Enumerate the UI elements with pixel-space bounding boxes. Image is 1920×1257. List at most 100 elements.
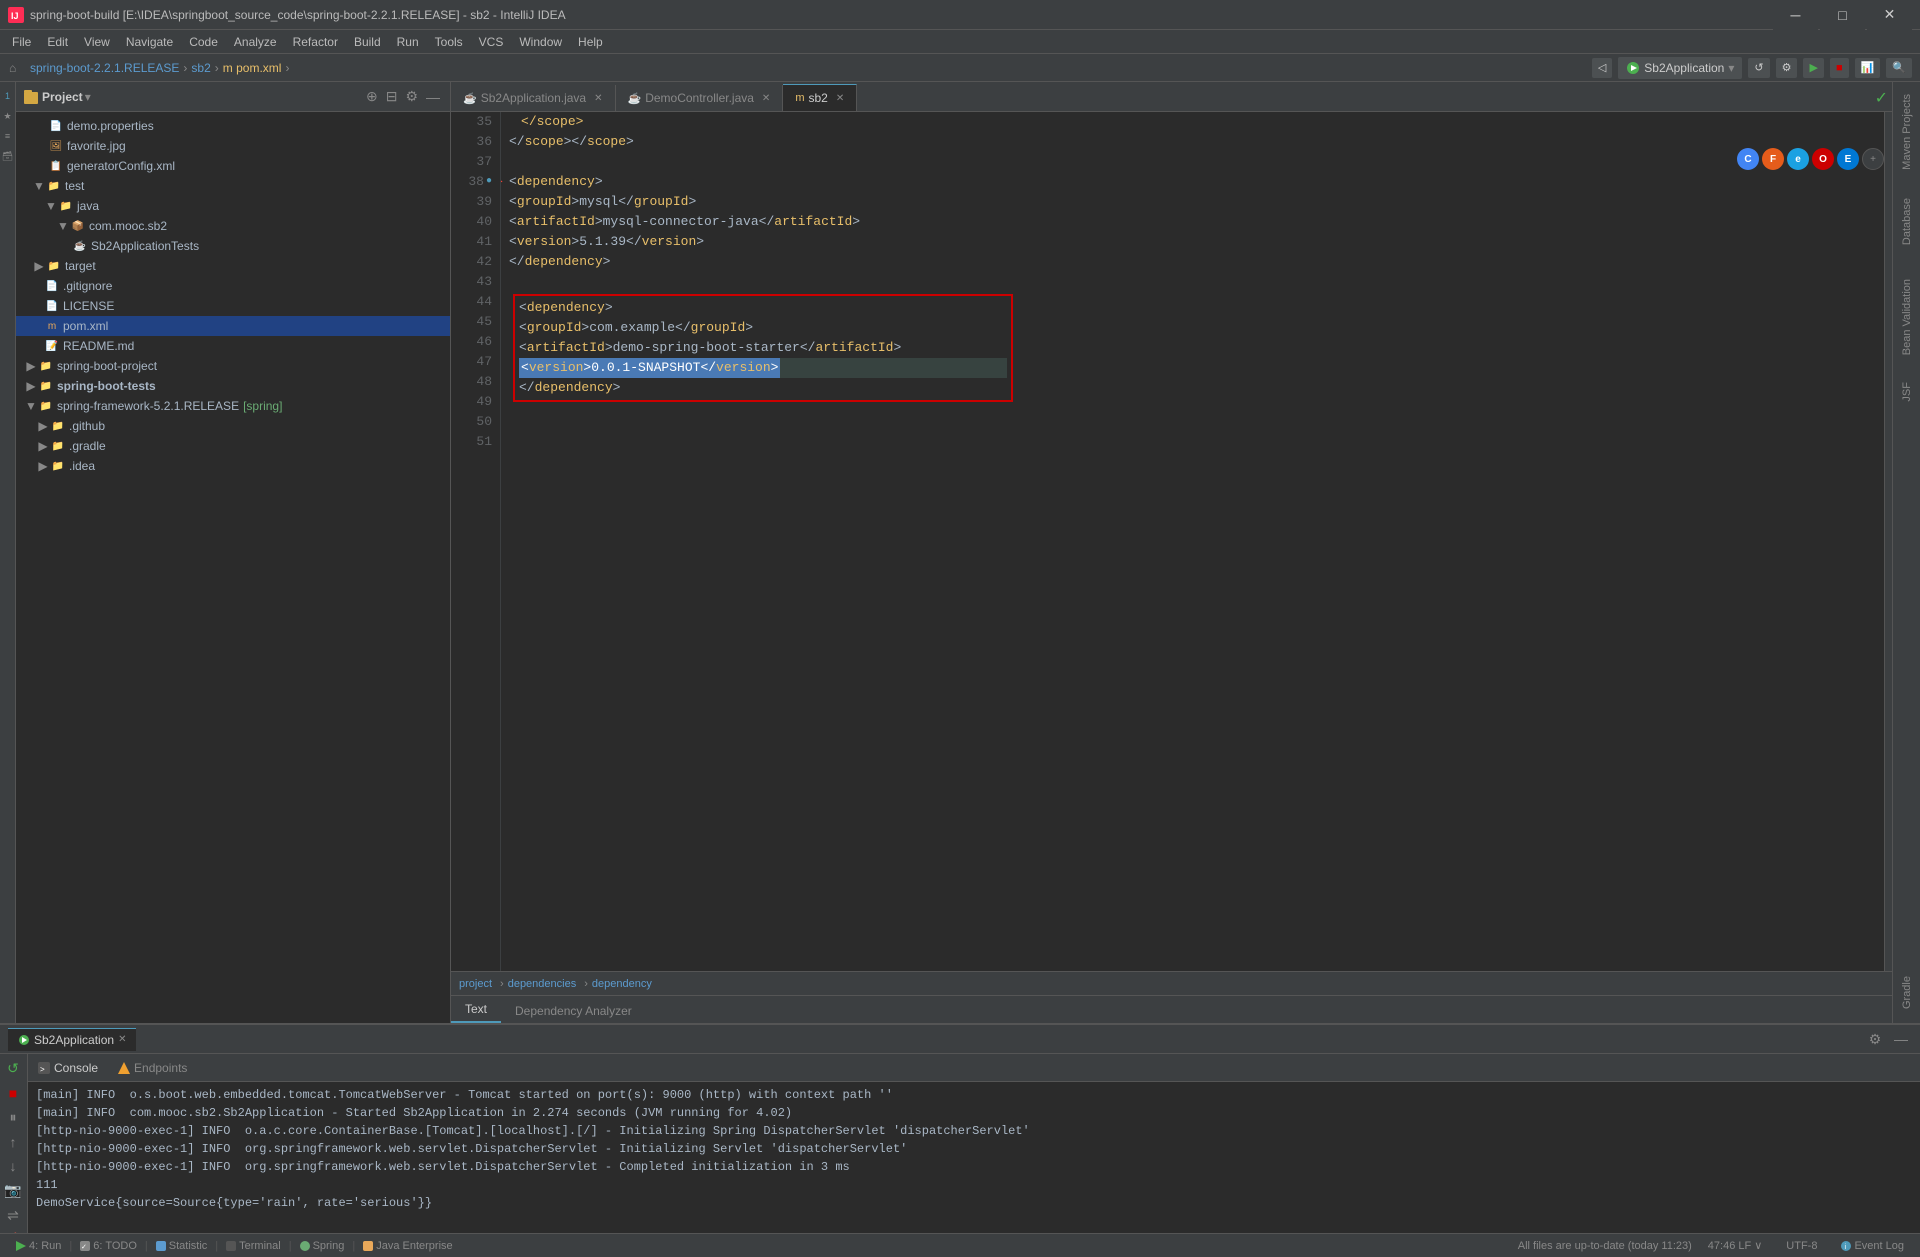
tab-pom-xml[interactable]: m sb2 ✕ [783,84,857,111]
scroll-down-button[interactable]: ↓ [2,1156,24,1176]
tree-item-idea[interactable]: ▶ 📁 .idea [16,456,450,476]
tree-item-pom-xml[interactable]: m pom.xml [16,316,450,336]
more-browsers-icon[interactable]: + [1862,148,1884,170]
tree-item-com-mooc[interactable]: ▼ 📦 com.mooc.sb2 [16,216,450,236]
database-tab[interactable]: Database [1893,182,1920,262]
tree-item-spring-boot-tests[interactable]: ▶ 📁 spring-boot-tests [16,376,450,396]
chrome-icon[interactable]: C [1737,148,1759,170]
tree-item-target[interactable]: ▶ 📁 target [16,256,450,276]
close-run-tab-icon[interactable]: ✕ [118,1034,126,1045]
activity-favorites[interactable]: ★ [1,109,15,123]
firefox-icon[interactable]: F [1762,148,1784,170]
refresh-button[interactable]: ↺ [1748,58,1769,78]
menu-build[interactable]: Build [346,33,389,51]
gradle-tab[interactable]: Gradle [1893,963,1920,1023]
tree-item-spring-framework[interactable]: ▼ 📁 spring-framework-5.2.1.RELEASE [spri… [16,396,450,416]
tree-item-demo-props[interactable]: 📄 demo.properties [16,116,450,136]
endpoints-tab[interactable]: Endpoints [108,1057,197,1079]
run-tab[interactable]: Sb2Application ✕ [8,1028,136,1051]
tab-text[interactable]: Text [451,997,501,1023]
opera-icon[interactable]: O [1812,148,1834,170]
pause-button[interactable]: ⏸ [2,1107,24,1128]
search-nav-button[interactable]: 🔍 [1886,58,1912,78]
statistic-status-button[interactable]: Statistic [148,1240,216,1252]
tree-item-gitignore[interactable]: 📄 .gitignore [16,276,450,296]
tree-item-generator-xml[interactable]: 📋 generatorConfig.xml [16,156,450,176]
breadcrumb-project[interactable]: spring-boot-2.2.1.RELEASE [30,61,179,75]
rerun-button[interactable]: ↺ [2,1058,24,1079]
tree-item-java[interactable]: ▼ 📁 java [16,196,450,216]
activity-persistence[interactable]: 🗃 [1,149,15,163]
console-tabs: > Console Endpoints [28,1054,1920,1082]
screenshot-button[interactable]: 📷 [2,1180,24,1201]
bean-validation-tab[interactable]: Bean Validation [1893,262,1920,372]
maximize-button[interactable]: □ [1820,0,1865,30]
menu-run[interactable]: Run [389,33,427,51]
todo-status-button[interactable]: ✓ 6: TODO [72,1240,145,1252]
spring-icon [300,1241,310,1251]
menu-tools[interactable]: Tools [427,33,471,51]
tree-item-favorite-jpg[interactable]: 🖼 favorite.jpg [16,136,450,156]
position-indicator[interactable]: 47:46 LF ∨ [1700,1239,1770,1252]
tree-item-spring-boot-project[interactable]: ▶ 📁 spring-boot-project [16,356,450,376]
coverage-button[interactable]: 📊 [1855,58,1881,78]
back-nav-button[interactable]: ◁ [1592,58,1612,78]
menu-view[interactable]: View [76,33,118,51]
close-sidebar-button[interactable]: — [424,86,442,107]
run-status-button[interactable]: 4: Run [8,1240,69,1252]
menu-analyze[interactable]: Analyze [226,33,285,51]
minimize-panel-button[interactable]: — [1890,1028,1912,1050]
tree-item-sb2tests[interactable]: ☕ Sb2ApplicationTests [16,236,450,256]
menu-code[interactable]: Code [181,33,226,51]
jsf-tab[interactable]: JSF [1893,372,1920,412]
scroll-up-button[interactable]: ↑ [2,1132,24,1152]
minimize-button[interactable]: ─ [1773,0,1818,30]
menu-edit[interactable]: Edit [39,33,76,51]
close-tab-icon[interactable]: ✕ [836,93,844,104]
event-log-button[interactable]: i Event Log [1833,1240,1912,1252]
settings-nav-button[interactable]: ⚙ [1776,58,1798,78]
close-button[interactable]: ✕ [1867,0,1912,30]
run-nav-button[interactable]: ▶ [1803,58,1823,78]
expand-arrow: ▼ [24,399,38,413]
activity-project[interactable]: 1 [1,89,15,103]
breadcrumb-sb2[interactable]: sb2 [191,61,210,75]
tree-item-gradle[interactable]: ▶ 📁 .gradle [16,436,450,456]
console-tab[interactable]: > Console [28,1057,108,1079]
maven-projects-tab[interactable]: Maven Projects [1893,82,1920,182]
settings-button[interactable]: ⚙ [403,86,420,107]
collapse-all-button[interactable]: ⊟ [384,86,400,107]
terminal-status-button[interactable]: Terminal [218,1240,289,1252]
tab-sb2application[interactable]: ☕ Sb2Application.java ✕ [451,85,616,111]
encoding-indicator[interactable]: UTF-8 [1778,1240,1825,1252]
menu-navigate[interactable]: Navigate [118,33,181,51]
menu-refactor[interactable]: Refactor [285,33,346,51]
menu-help[interactable]: Help [570,33,611,51]
close-tab-icon[interactable]: ✕ [762,93,770,104]
tree-item-test[interactable]: ▼ 📁 test [16,176,450,196]
tab-democontroller[interactable]: ☕ DemoController.java ✕ [616,85,784,111]
stop-button[interactable]: ■ [2,1083,24,1103]
readme-icon: 📝 [44,338,60,354]
menu-file[interactable]: File [4,33,39,51]
edge-icon[interactable]: E [1837,148,1859,170]
code-editor[interactable]: </scope> </scope></scope> 🔖 <dependency> [501,112,1884,971]
close-tab-icon[interactable]: ✕ [594,93,602,104]
tree-item-github[interactable]: ▶ 📁 .github [16,416,450,436]
activity-structure[interactable]: ≡ [1,129,15,143]
java-enterprise-button[interactable]: Java Enterprise [355,1240,460,1252]
tree-item-license[interactable]: 📄 LICENSE [16,296,450,316]
tab-dependency-analyzer[interactable]: Dependency Analyzer [501,999,646,1023]
spring-status-button[interactable]: Spring [292,1240,353,1252]
menu-window[interactable]: Window [511,33,570,51]
menu-vcs[interactable]: VCS [471,33,512,51]
home-icon[interactable]: ⌂ [8,60,24,76]
pin-button[interactable]: 📌 [2,1230,24,1233]
tree-item-readme[interactable]: 📝 README.md [16,336,450,356]
settings-panel-button[interactable]: ⚙ [1864,1028,1886,1050]
stop-nav-button[interactable]: ■ [1830,58,1849,78]
sync-button[interactable]: ⊕ [364,86,380,107]
ie-icon[interactable]: e [1787,148,1809,170]
breadcrumb-file[interactable]: m pom.xml [223,61,282,75]
wrap-button[interactable]: ⇌ [2,1205,24,1226]
